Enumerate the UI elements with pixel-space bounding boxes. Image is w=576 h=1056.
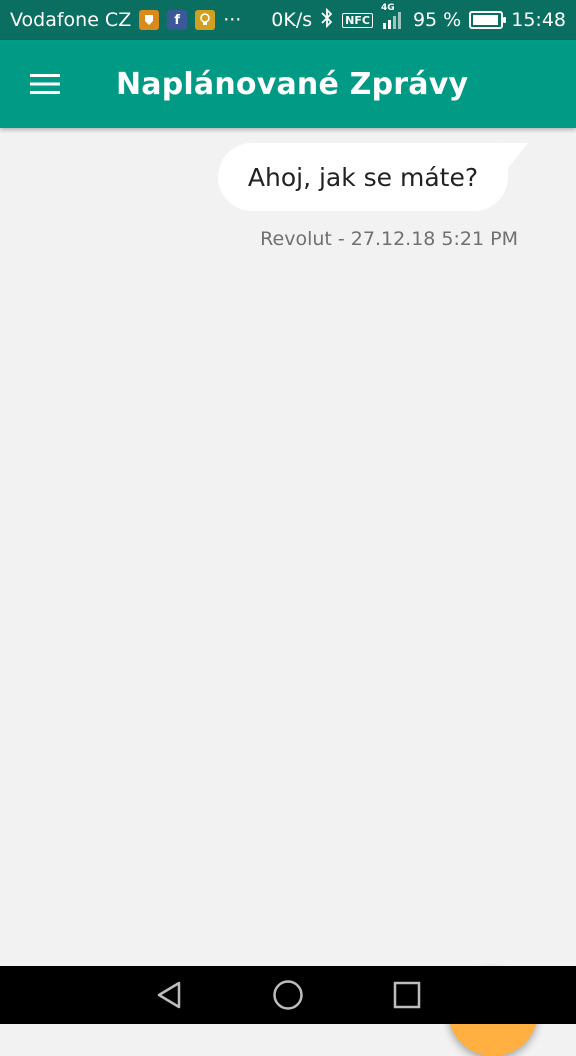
- lightbulb-icon: [195, 10, 216, 30]
- message-text: Ahoj, jak se máte?: [247, 162, 479, 192]
- page-title: Naplánované Zprávy: [116, 66, 469, 102]
- message-list: Ahoj, jak se máte? Revolut - 27.12.18 5:…: [0, 128, 576, 1056]
- battery-icon: [469, 11, 507, 29]
- status-left: Vodafone CZ f ···: [10, 9, 241, 31]
- clock: 15:48: [511, 9, 566, 31]
- message-meta: Revolut - 27.12.18 5:21 PM: [260, 228, 518, 250]
- message-bubble[interactable]: Ahoj, jak se máte?: [218, 143, 508, 211]
- carrier-name: Vodafone CZ: [10, 9, 132, 31]
- menu-button[interactable]: [0, 40, 90, 128]
- hamburger-menu-icon: [30, 74, 60, 94]
- recents-icon: [393, 981, 420, 1009]
- status-right: 0K/s NFC 4G 95 % 15:48: [271, 3, 566, 33]
- more-notifications: ···: [223, 9, 242, 31]
- back-icon: [158, 981, 181, 1009]
- home-icon: [273, 980, 303, 1010]
- back-button[interactable]: [144, 970, 194, 1020]
- app-bar: Naplánované Zprávy: [0, 40, 576, 128]
- battery-percent: 95 %: [412, 9, 462, 31]
- network-speed: 0K/s: [271, 9, 313, 31]
- bluetooth-icon: [320, 7, 334, 33]
- badge-icon: [139, 10, 160, 30]
- battery-fill: [473, 15, 498, 25]
- network-type: 4G: [380, 3, 395, 13]
- navigation-bar: [0, 966, 576, 1024]
- recents-button[interactable]: [382, 970, 432, 1020]
- facebook-icon: f: [167, 10, 188, 30]
- signal-icon: 4G: [381, 3, 405, 30]
- nfc-icon: NFC: [342, 12, 373, 28]
- status-bar: Vodafone CZ f ··· 0K/s NFC 4G 95 % 15:48: [0, 0, 576, 40]
- home-button[interactable]: [263, 970, 313, 1020]
- list-item[interactable]: Ahoj, jak se máte?: [218, 143, 538, 211]
